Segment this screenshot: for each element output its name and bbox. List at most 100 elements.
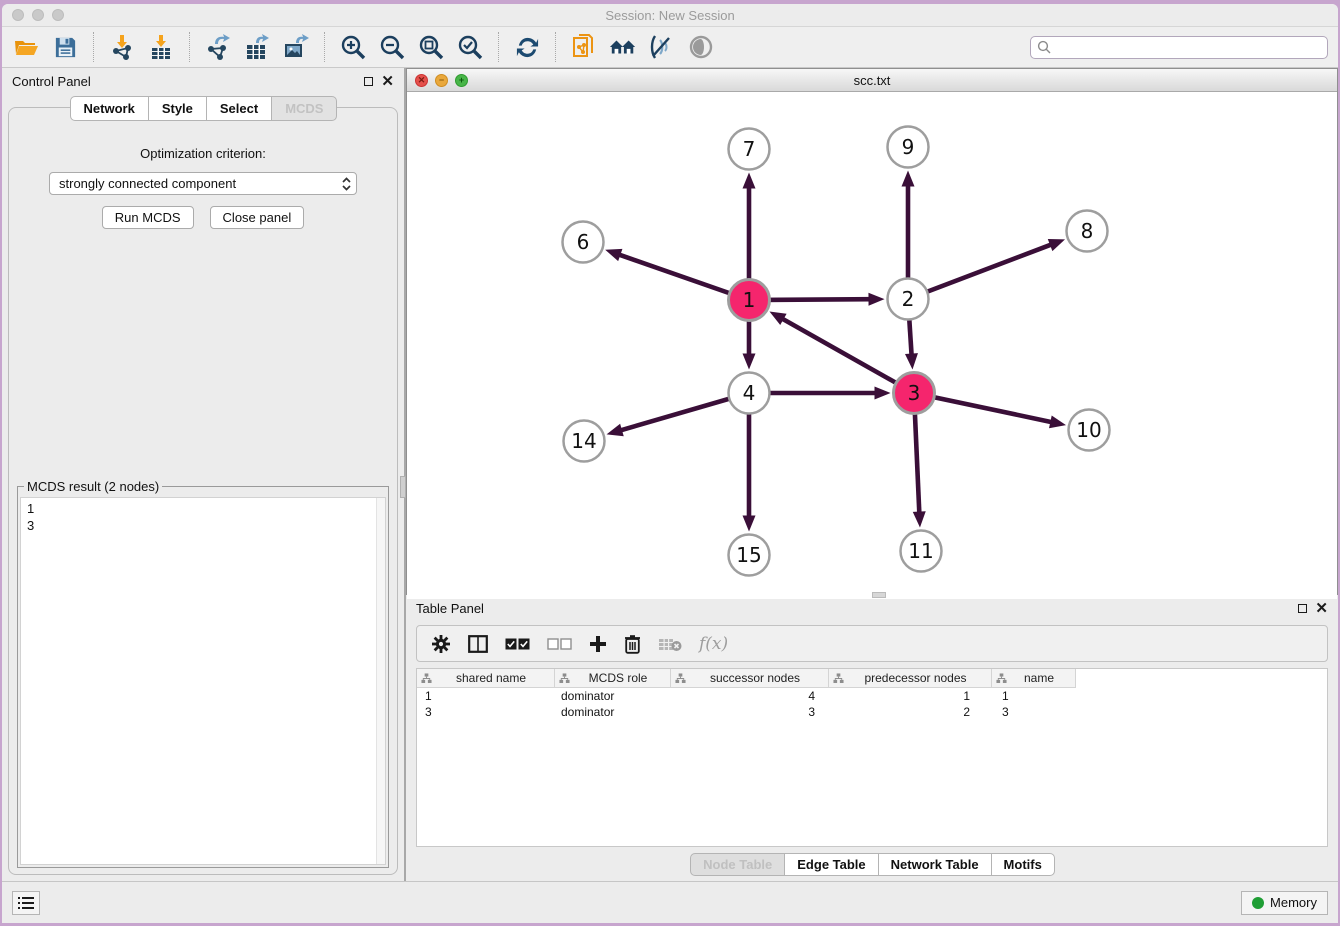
mcds-result-fieldset: MCDS result (2 nodes) 1 3: [17, 486, 389, 868]
graph-node-15[interactable]: 15: [729, 535, 770, 576]
open-session-button[interactable]: [12, 33, 40, 61]
zoom-in-button[interactable]: [339, 33, 367, 61]
hide-graphics-details-button[interactable]: [648, 33, 676, 61]
node-label: 8: [1081, 219, 1094, 243]
table-cell[interactable]: 1: [992, 688, 1076, 704]
import-network-button[interactable]: [108, 33, 136, 61]
deselect-all-checkboxes-icon[interactable]: [547, 638, 572, 650]
float-table-panel-icon[interactable]: [1298, 604, 1307, 613]
mcds-tab-content: Optimization criterion: strongly connect…: [8, 107, 398, 875]
criterion-dropdown[interactable]: strongly connected component: [49, 172, 357, 195]
network-resize-grip[interactable]: [872, 592, 886, 598]
new-network-from-selection-button[interactable]: [570, 33, 598, 61]
node-label: 6: [577, 230, 590, 254]
graph-node-1[interactable]: 1: [729, 280, 770, 321]
graph-node-3[interactable]: 3: [894, 373, 935, 414]
tab-mcds[interactable]: MCDS: [271, 96, 337, 121]
column-header-predecessor-nodes[interactable]: predecessor nodes: [829, 669, 992, 688]
table-cell[interactable]: 1: [829, 688, 992, 704]
graph-node-7[interactable]: 7: [729, 129, 770, 170]
show-graphics-details-button[interactable]: [687, 33, 715, 61]
control-panel-tabs: Network Style Select MCDS: [2, 96, 404, 121]
graph-node-6[interactable]: 6: [563, 222, 604, 263]
float-panel-icon[interactable]: [364, 77, 373, 86]
tab-node-table[interactable]: Node Table: [690, 853, 785, 876]
tab-style[interactable]: Style: [148, 96, 207, 121]
select-all-checkboxes-icon[interactable]: [505, 638, 530, 650]
add-column-icon[interactable]: [589, 635, 607, 653]
import-table-button[interactable]: [147, 33, 175, 61]
tab-motifs[interactable]: Motifs: [991, 853, 1055, 876]
edge-3-1[interactable]: [781, 318, 914, 393]
zoom-selected-button[interactable]: [456, 33, 484, 61]
column-header-label: name: [1024, 671, 1054, 685]
graph-node-2[interactable]: 2: [888, 279, 929, 320]
edge-arrowhead: [902, 171, 915, 187]
table-cell[interactable]: 2: [829, 704, 992, 720]
table-cell[interactable]: 3: [992, 704, 1076, 720]
panel-splitter-grip[interactable]: [400, 476, 406, 498]
delete-table-icon[interactable]: [658, 636, 682, 652]
table-cell[interactable]: 1: [417, 688, 555, 704]
tab-select[interactable]: Select: [206, 96, 272, 121]
memory-button[interactable]: Memory: [1241, 891, 1328, 915]
graph-node-10[interactable]: 10: [1069, 410, 1110, 451]
search-input[interactable]: [1056, 40, 1321, 54]
column-header-shared-name[interactable]: shared name: [417, 669, 555, 688]
tab-network-table[interactable]: Network Table: [878, 853, 992, 876]
eye-icon: [687, 34, 715, 60]
table-row[interactable]: 3dominator323: [417, 704, 1327, 720]
home-button[interactable]: [609, 33, 637, 61]
export-table-button[interactable]: [243, 33, 271, 61]
apply-function-icon[interactable]: f(x): [699, 634, 728, 654]
zoom-out-button[interactable]: [378, 33, 406, 61]
edge-arrowhead: [605, 249, 622, 261]
edge-arrowhead: [875, 387, 891, 400]
delete-column-trash-icon[interactable]: [624, 634, 641, 654]
save-session-button[interactable]: [51, 33, 79, 61]
column-header-MCDS-role[interactable]: MCDS role: [555, 669, 671, 688]
tab-network[interactable]: Network: [70, 96, 149, 121]
graph-node-14[interactable]: 14: [564, 421, 605, 462]
zoom-fit-button[interactable]: [417, 33, 445, 61]
refresh-icon: [515, 35, 540, 60]
refresh-button[interactable]: [513, 33, 541, 61]
network-graph[interactable]: 7 9 6 8 1 2 4 3 14 10 15 11: [407, 92, 1335, 594]
graph-node-9[interactable]: 9: [888, 127, 929, 168]
table-toolbar: f(x): [416, 625, 1328, 662]
search-field[interactable]: [1030, 36, 1328, 59]
table-header-row[interactable]: shared nameMCDS rolesuccessor nodesprede…: [417, 669, 1327, 688]
result-scrollbar[interactable]: [376, 498, 385, 864]
node-table[interactable]: shared nameMCDS rolesuccessor nodesprede…: [416, 668, 1328, 847]
toolbar-separator: [498, 32, 499, 62]
column-header-successor-nodes[interactable]: successor nodes: [671, 669, 829, 688]
column-header-name[interactable]: name: [992, 669, 1076, 688]
run-mcds-button[interactable]: Run MCDS: [102, 206, 194, 229]
table-row[interactable]: 1dominator411: [417, 688, 1327, 704]
network-window-titlebar[interactable]: ✕ − + scc.txt: [407, 69, 1337, 92]
table-cell[interactable]: 3: [417, 704, 555, 720]
graph-node-8[interactable]: 8: [1067, 211, 1108, 252]
table-settings-gear-icon[interactable]: [431, 634, 451, 654]
table-cell[interactable]: dominator: [555, 688, 671, 704]
open-folder-icon: [13, 34, 39, 60]
table-cell[interactable]: 4: [671, 688, 829, 704]
mcds-result-list[interactable]: 1 3: [20, 497, 386, 865]
task-history-button[interactable]: [12, 891, 40, 915]
export-network-button[interactable]: [204, 33, 232, 61]
close-panel-icon[interactable]: ✕: [381, 77, 394, 86]
mcds-result-value: 3: [27, 517, 379, 534]
graph-node-11[interactable]: 11: [901, 531, 942, 572]
network-canvas[interactable]: 7 9 6 8 1 2 4 3 14 10 15 11: [407, 92, 1337, 599]
close-table-panel-icon[interactable]: ✕: [1315, 604, 1328, 613]
export-image-button[interactable]: [282, 33, 310, 61]
close-panel-button[interactable]: Close panel: [210, 206, 305, 229]
memory-status-icon: [1252, 897, 1264, 909]
table-cell[interactable]: dominator: [555, 704, 671, 720]
tab-edge-table[interactable]: Edge Table: [784, 853, 878, 876]
graph-node-4[interactable]: 4: [729, 373, 770, 414]
table-cell[interactable]: 3: [671, 704, 829, 720]
split-columns-icon[interactable]: [468, 635, 488, 653]
control-panel-title: Control Panel: [12, 74, 91, 89]
edge-2-8[interactable]: [908, 244, 1053, 299]
